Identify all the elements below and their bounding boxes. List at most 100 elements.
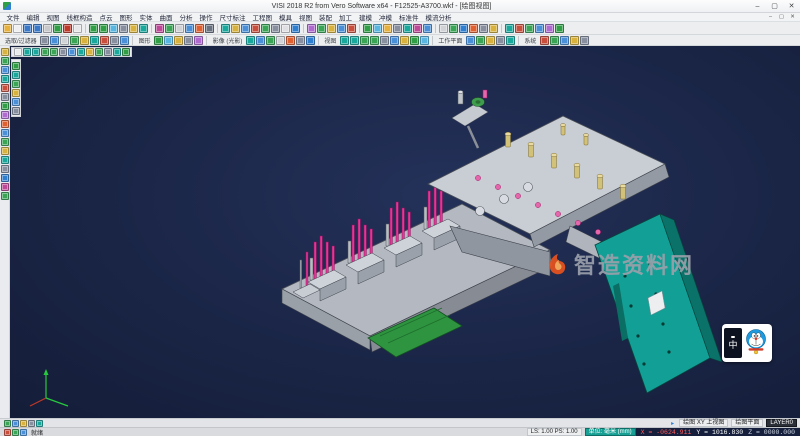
solid-tool-icon-4[interactable]	[251, 24, 260, 33]
snap-icon-3[interactable]	[20, 420, 27, 427]
dock-tool-icon-4[interactable]	[1, 75, 9, 83]
mold-tool-icon-4[interactable]	[469, 24, 478, 33]
file-tool-icon-5[interactable]	[43, 24, 52, 33]
view-cube-icon-6[interactable]	[59, 48, 67, 56]
status-mode-icon-1[interactable]	[4, 429, 11, 436]
view-cube-icon-8[interactable]	[77, 48, 85, 56]
view-tool-icon-2[interactable]	[99, 24, 108, 33]
solid-tool-icon-3[interactable]	[241, 24, 250, 33]
menu-item-12[interactable]: 工程图	[249, 12, 276, 22]
tb2-icon-s1-2[interactable]	[50, 36, 59, 45]
dock-tool-icon-11[interactable]	[1, 138, 9, 146]
surface-tool-icon-4[interactable]	[337, 24, 346, 33]
snap-icon-2[interactable]	[12, 420, 19, 427]
teal-die-plate[interactable]	[566, 214, 722, 393]
viewport-3d[interactable]: 智造资料网 中	[10, 46, 800, 418]
tb2-icon-s3-3[interactable]	[266, 36, 275, 45]
tb2-icon-s3-7[interactable]	[306, 36, 315, 45]
view-tool-icon-5[interactable]	[129, 24, 138, 33]
tb2-icon-s4-4[interactable]	[370, 36, 379, 45]
tb2-icon-s3-2[interactable]	[256, 36, 265, 45]
mini-dock-icon-4[interactable]	[12, 89, 20, 97]
menu-item-18[interactable]: 冲模	[376, 12, 396, 22]
view-tool-icon-4[interactable]	[119, 24, 128, 33]
analysis-tool-icon-6[interactable]	[413, 24, 422, 33]
minimize-button[interactable]: –	[749, 0, 766, 13]
layer-chip[interactable]: LAYER0	[766, 419, 797, 427]
menu-item-7[interactable]: 实体	[136, 12, 156, 22]
tb2-icon-s5-4[interactable]	[496, 36, 505, 45]
tb2-icon-s3-6[interactable]	[296, 36, 305, 45]
dock-tool-icon-16[interactable]	[1, 183, 9, 191]
tb2-icon-s4-8[interactable]	[410, 36, 419, 45]
surface-tool-icon-3[interactable]	[327, 24, 336, 33]
tb2-icon-s4-5[interactable]	[380, 36, 389, 45]
status-mode-icon-2[interactable]	[12, 429, 19, 436]
tb2-icon-s5-1[interactable]	[466, 36, 475, 45]
view-cube-icon-3[interactable]	[32, 48, 40, 56]
tb2-icon-s2-3[interactable]	[174, 36, 183, 45]
analysis-tool-icon-4[interactable]	[393, 24, 402, 33]
tb2-icon-s1-6[interactable]	[90, 36, 99, 45]
mold-tool-icon-2[interactable]	[449, 24, 458, 33]
doc-restore-button[interactable]: ▢	[776, 14, 787, 20]
solid-tool-icon-2[interactable]	[231, 24, 240, 33]
analysis-tool-icon-1[interactable]	[363, 24, 372, 33]
file-tool-icon-7[interactable]	[63, 24, 72, 33]
dock-tool-icon-10[interactable]	[1, 129, 9, 137]
tb2-icon-s6-4[interactable]	[570, 36, 579, 45]
menu-item-20[interactable]: 模流分析	[422, 12, 455, 22]
solid-tool-icon-1[interactable]	[221, 24, 230, 33]
mini-dock-icon-2[interactable]	[12, 71, 20, 79]
dock-tool-icon-13[interactable]	[1, 156, 9, 164]
wireframe-tool-icon-5[interactable]	[195, 24, 204, 33]
dock-tool-icon-6[interactable]	[1, 93, 9, 101]
view-cube-icon-5[interactable]	[50, 48, 58, 56]
tb2-icon-s4-1[interactable]	[340, 36, 349, 45]
menu-item-11[interactable]: 尺寸标注	[216, 12, 249, 22]
view-cube-icon-12[interactable]	[113, 48, 121, 56]
solid-tool-icon-7[interactable]	[281, 24, 290, 33]
file-tool-icon-1[interactable]	[3, 24, 12, 33]
view-cube-icon-10[interactable]	[95, 48, 103, 56]
dock-tool-icon-17[interactable]	[1, 192, 9, 200]
maximize-button[interactable]: ▢	[766, 0, 783, 13]
view-cube-icon-11[interactable]	[104, 48, 112, 56]
tb2-icon-s5-5[interactable]	[506, 36, 515, 45]
tb2-icon-s1-3[interactable]	[60, 36, 69, 45]
tb2-icon-s6-2[interactable]	[550, 36, 559, 45]
file-tool-icon-6[interactable]	[53, 24, 62, 33]
dock-tool-icon-9[interactable]	[1, 120, 9, 128]
snap-icon-5[interactable]	[36, 420, 43, 427]
solid-tool-icon-6[interactable]	[271, 24, 280, 33]
menu-item-14[interactable]: 视图	[296, 12, 316, 22]
view-cube-icon-4[interactable]	[41, 48, 49, 56]
view-cube-icon-13[interactable]	[122, 48, 130, 56]
tb2-icon-s2-1[interactable]	[154, 36, 163, 45]
tb2-icon-s1-4[interactable]	[70, 36, 79, 45]
dock-tool-icon-14[interactable]	[1, 165, 9, 173]
wireframe-tool-icon-4[interactable]	[185, 24, 194, 33]
menu-item-10[interactable]: 操作	[196, 12, 216, 22]
tb2-icon-s1-1[interactable]	[40, 36, 49, 45]
tb2-icon-s3-1[interactable]	[246, 36, 255, 45]
dock-tool-icon-5[interactable]	[1, 84, 9, 92]
mold-tool-icon-6[interactable]	[489, 24, 498, 33]
mini-dock-icon-5[interactable]	[12, 98, 20, 106]
tb2-icon-s4-9[interactable]	[420, 36, 429, 45]
workplane-chip[interactable]: 绘图平面	[731, 419, 763, 427]
tb2-icon-s2-5[interactable]	[194, 36, 203, 45]
units-indicator[interactable]: 单位: 毫米 (mm)	[585, 428, 636, 436]
menu-item-19[interactable]: 标准件	[396, 12, 423, 22]
mold-tool-icon-1[interactable]	[439, 24, 448, 33]
surface-tool-icon-5[interactable]	[347, 24, 356, 33]
view-tool-icon-3[interactable]	[109, 24, 118, 33]
tb2-icon-s5-2[interactable]	[476, 36, 485, 45]
tb2-icon-s4-2[interactable]	[350, 36, 359, 45]
solid-tool-icon-8[interactable]	[291, 24, 300, 33]
view-cube-icon-2[interactable]	[23, 48, 31, 56]
menu-item-3[interactable]: 视图	[43, 12, 63, 22]
tb2-icon-s3-4[interactable]	[276, 36, 285, 45]
tb2-icon-s5-3[interactable]	[486, 36, 495, 45]
menu-item-17[interactable]: 建模	[356, 12, 376, 22]
